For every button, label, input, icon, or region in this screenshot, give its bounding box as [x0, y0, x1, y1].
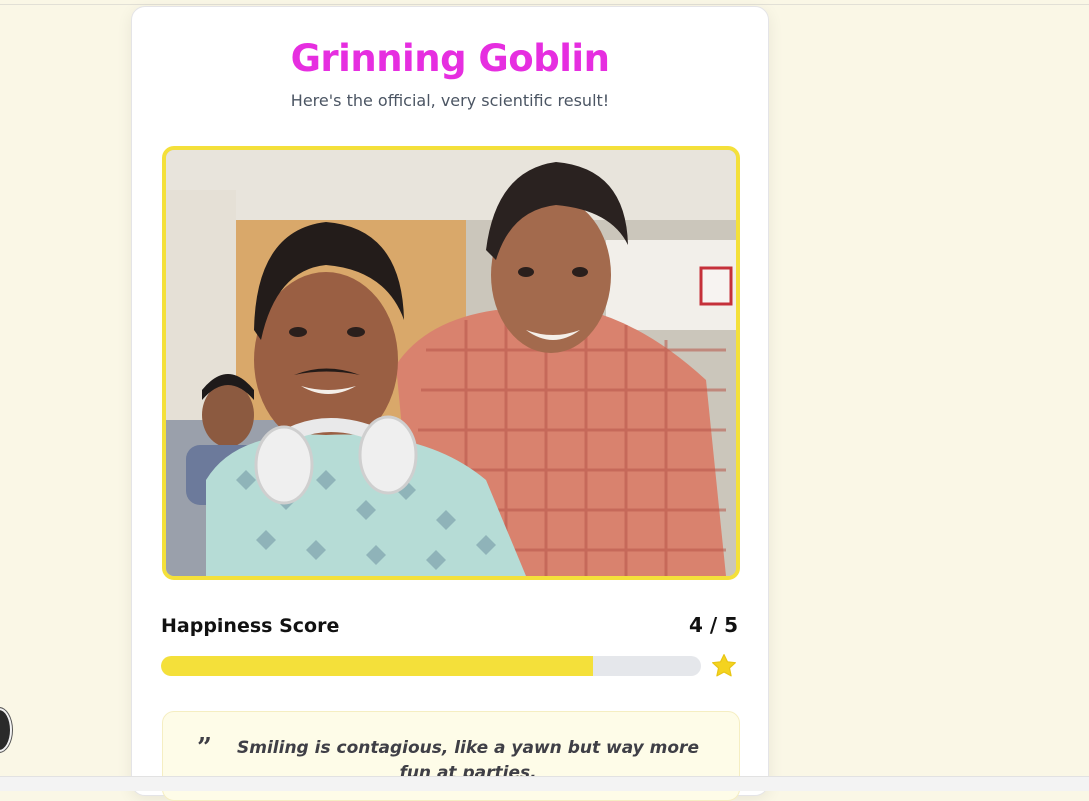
floating-action-button[interactable] — [0, 708, 12, 752]
photo-illustration — [166, 150, 736, 576]
happiness-score-value: 4 / 5 — [688, 613, 738, 637]
happiness-progress-fill — [161, 656, 593, 676]
result-card: Grinning Goblin Here's the official, ver… — [131, 6, 769, 801]
happiness-score-label: Happiness Score — [161, 615, 340, 637]
result-photo — [162, 146, 740, 580]
happiness-progress-bar — [161, 656, 701, 676]
result-title: Grinning Goblin — [290, 37, 610, 80]
star-icon — [712, 653, 736, 677]
top-divider — [0, 4, 1089, 5]
quote-icon: ” — [197, 733, 212, 763]
bottom-bar — [0, 776, 1089, 791]
result-subtitle: Here's the official, very scientific res… — [290, 91, 610, 110]
